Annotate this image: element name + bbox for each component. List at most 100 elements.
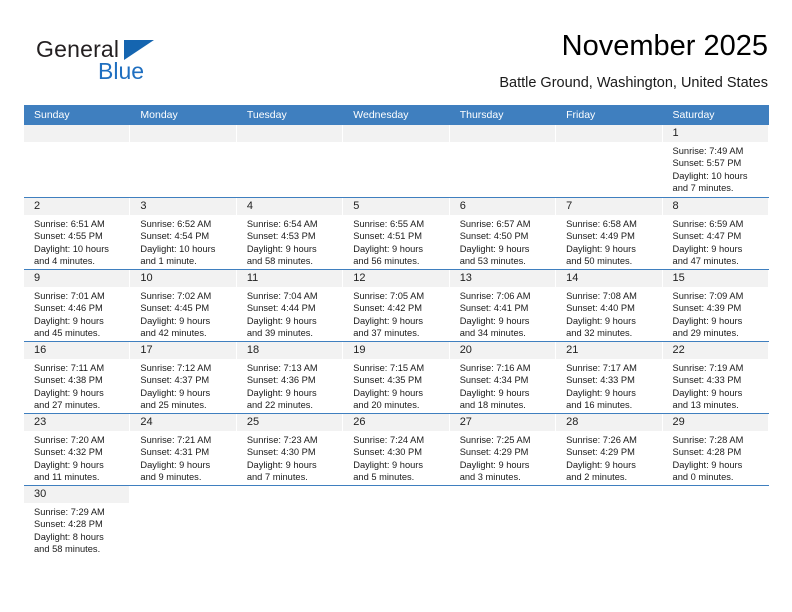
calendar-day-cell[interactable]: 16 Sunrise: 7:11 AM Sunset: 4:38 PM Dayligh… bbox=[24, 342, 131, 413]
calendar-day-cell[interactable]: 14 Sunrise: 7:08 AM Sunset: 4:40 PM Dayligh… bbox=[556, 270, 663, 341]
sunrise-text: Sunrise: 7:26 AM bbox=[566, 435, 637, 445]
day-number: 16 bbox=[24, 342, 130, 359]
calendar-day-cell[interactable]: 30 Sunrise: 7:29 AM Sunset: 4:28 PM Dayligh… bbox=[24, 486, 131, 563]
calendar-day-cell[interactable]: 28 Sunrise: 7:26 AM Sunset: 4:29 PM Dayligh… bbox=[556, 414, 663, 485]
daylight-text-line1: Daylight: 9 hours bbox=[140, 387, 211, 398]
calendar-week-row: 9 Sunrise: 7:01 AM Sunset: 4:46 PM Daylight… bbox=[24, 269, 769, 341]
sunrise-text: Sunrise: 6:59 AM bbox=[672, 219, 744, 229]
sunset-text: Sunset: 4:32 PM bbox=[34, 447, 103, 458]
day-details: Sunrise: 6:55 AM Sunset: 4:51 PM Daylight:… bbox=[343, 215, 448, 267]
calendar-day-cell[interactable]: 6 Sunrise: 6:57 AM Sunset: 4:50 PM Daylight… bbox=[449, 198, 557, 269]
sunset-text: Sunset: 4:42 PM bbox=[353, 303, 422, 314]
sunset-text: Sunset: 4:38 PM bbox=[34, 375, 103, 386]
sunset-text: Sunset: 4:44 PM bbox=[246, 303, 316, 314]
calendar-day-cell[interactable]: 15 Sunrise: 7:09 AM Sunset: 4:39 PM Dayligh… bbox=[662, 270, 769, 341]
day-details: Sunrise: 7:26 AM Sunset: 4:29 PM Daylight:… bbox=[556, 431, 661, 483]
calendar-day-empty bbox=[236, 125, 344, 197]
sunrise-text: Sunrise: 7:09 AM bbox=[672, 291, 744, 301]
calendar-day-cell[interactable]: 13 Sunrise: 7:06 AM Sunset: 4:41 PM Dayligh… bbox=[449, 270, 557, 341]
calendar-day-cell[interactable]: 25 Sunrise: 7:23 AM Sunset: 4:30 PM Dayligh… bbox=[236, 414, 344, 485]
calendar-day-blank bbox=[343, 486, 450, 563]
daylight-text-line1: Daylight: 9 hours bbox=[246, 243, 317, 254]
daylight-text-line1: Daylight: 9 hours bbox=[459, 315, 530, 326]
calendar-day-cell[interactable]: 29 Sunrise: 7:28 AM Sunset: 4:28 PM Dayligh… bbox=[662, 414, 769, 485]
sunrise-text: Sunrise: 7:29 AM bbox=[34, 507, 105, 517]
weekday-friday: Friday bbox=[566, 109, 596, 121]
daylight-text-line1: Daylight: 9 hours bbox=[353, 243, 424, 254]
day-details: Sunrise: 7:19 AM Sunset: 4:33 PM Daylight:… bbox=[663, 359, 768, 411]
day-details: Sunrise: 7:11 AM Sunset: 4:38 PM Daylight:… bbox=[24, 359, 129, 411]
daylight-text-line1: Daylight: 9 hours bbox=[353, 459, 424, 470]
calendar-day-cell[interactable]: 12 Sunrise: 7:05 AM Sunset: 4:42 PM Dayligh… bbox=[343, 270, 450, 341]
sunrise-text: Sunrise: 6:54 AM bbox=[246, 219, 318, 229]
sunrise-text: Sunrise: 6:57 AM bbox=[459, 219, 531, 229]
calendar-day-cell[interactable]: 7 Sunrise: 6:58 AM Sunset: 4:49 PM Daylight… bbox=[556, 198, 663, 269]
day-number: 5 bbox=[343, 198, 449, 215]
daylight-text-line2: and 39 minutes. bbox=[246, 327, 313, 338]
daylight-text-line2: and 47 minutes. bbox=[672, 255, 739, 266]
triangle-logo-icon bbox=[124, 40, 154, 60]
calendar-day-cell[interactable]: 18 Sunrise: 7:13 AM Sunset: 4:36 PM Dayligh… bbox=[236, 342, 344, 413]
sunset-text: Sunset: 4:30 PM bbox=[246, 447, 316, 458]
sunrise-text: Sunrise: 7:16 AM bbox=[459, 363, 531, 373]
daylight-text-line2: and 5 minutes. bbox=[353, 471, 415, 482]
calendar-day-cell[interactable]: 26 Sunrise: 7:24 AM Sunset: 4:30 PM Dayligh… bbox=[343, 414, 450, 485]
sunrise-text: Sunrise: 6:51 AM bbox=[34, 219, 105, 229]
day-details: Sunrise: 7:02 AM Sunset: 4:45 PM Daylight:… bbox=[130, 287, 235, 339]
sunset-text: Sunset: 4:33 PM bbox=[672, 375, 742, 386]
calendar-day-cell[interactable]: 5 Sunrise: 6:55 AM Sunset: 4:51 PM Daylight… bbox=[343, 198, 450, 269]
day-number: 30 bbox=[24, 486, 130, 503]
day-number: 2 bbox=[24, 198, 130, 215]
calendar-day-empty bbox=[130, 125, 237, 197]
day-number: 17 bbox=[130, 342, 236, 359]
sunset-text: Sunset: 4:37 PM bbox=[140, 375, 210, 386]
calendar-day-blank bbox=[236, 486, 344, 563]
calendar-day-cell[interactable]: 1 Sunrise: 7:49 AM Sunset: 5:57 PM Daylight… bbox=[662, 125, 769, 197]
day-details: Sunrise: 7:25 AM Sunset: 4:29 PM Daylight:… bbox=[450, 431, 555, 483]
day-details: Sunrise: 7:04 AM Sunset: 4:44 PM Daylight:… bbox=[237, 287, 342, 339]
sunrise-text: Sunrise: 7:01 AM bbox=[34, 291, 105, 301]
brand-logo[interactable]: General Blue bbox=[36, 36, 236, 92]
calendar-week-row: 16 Sunrise: 7:11 AM Sunset: 4:38 PM Dayligh… bbox=[24, 341, 769, 413]
calendar-day-cell[interactable]: 21 Sunrise: 7:17 AM Sunset: 4:33 PM Dayligh… bbox=[556, 342, 663, 413]
daylight-text-line2: and 50 minutes. bbox=[566, 255, 633, 266]
daylight-text-line2: and 20 minutes. bbox=[353, 399, 420, 410]
daylight-text-line2: and 32 minutes. bbox=[566, 327, 633, 338]
daylight-text-line2: and 16 minutes. bbox=[566, 399, 633, 410]
calendar-day-cell[interactable]: 17 Sunrise: 7:12 AM Sunset: 4:37 PM Dayligh… bbox=[130, 342, 237, 413]
calendar-grid: Sunday Monday Tuesday Wednesday Thursday… bbox=[24, 105, 769, 563]
calendar-day-cell[interactable]: 11 Sunrise: 7:04 AM Sunset: 4:44 PM Dayligh… bbox=[236, 270, 344, 341]
calendar-day-cell[interactable]: 9 Sunrise: 7:01 AM Sunset: 4:46 PM Daylight… bbox=[24, 270, 131, 341]
daylight-text-line2: and 7 minutes. bbox=[246, 471, 308, 482]
calendar-day-cell[interactable]: 3 Sunrise: 6:52 AM Sunset: 4:54 PM Daylight… bbox=[130, 198, 237, 269]
calendar-week-row: 2 Sunrise: 6:51 AM Sunset: 4:55 PM Daylight… bbox=[24, 197, 769, 269]
day-number bbox=[343, 125, 449, 142]
sunset-text: Sunset: 4:51 PM bbox=[353, 231, 422, 242]
calendar-day-cell[interactable]: 2 Sunrise: 6:51 AM Sunset: 4:55 PM Daylight… bbox=[24, 198, 131, 269]
page-header: General Blue November 2025 Battle Ground… bbox=[24, 28, 768, 98]
daylight-text-line2: and 58 minutes. bbox=[34, 543, 101, 554]
calendar-day-cell[interactable]: 20 Sunrise: 7:16 AM Sunset: 4:34 PM Dayligh… bbox=[449, 342, 557, 413]
calendar-day-cell[interactable]: 27 Sunrise: 7:25 AM Sunset: 4:29 PM Dayligh… bbox=[449, 414, 557, 485]
calendar-page: General Blue November 2025 Battle Ground… bbox=[0, 0, 792, 612]
calendar-day-cell[interactable]: 24 Sunrise: 7:21 AM Sunset: 4:31 PM Dayligh… bbox=[130, 414, 237, 485]
sunrise-text: Sunrise: 6:58 AM bbox=[566, 219, 637, 229]
sunset-text: Sunset: 4:28 PM bbox=[34, 519, 103, 530]
weekday-monday: Monday bbox=[140, 109, 178, 121]
day-details: Sunrise: 7:24 AM Sunset: 4:30 PM Daylight:… bbox=[343, 431, 448, 483]
calendar-day-cell[interactable]: 4 Sunrise: 6:54 AM Sunset: 4:53 PM Daylight… bbox=[236, 198, 344, 269]
calendar-day-cell[interactable]: 22 Sunrise: 7:19 AM Sunset: 4:33 PM Dayligh… bbox=[662, 342, 769, 413]
day-details: Sunrise: 7:16 AM Sunset: 4:34 PM Daylight:… bbox=[450, 359, 555, 411]
weekday-saturday: Saturday bbox=[672, 109, 715, 121]
daylight-text-line1: Daylight: 9 hours bbox=[672, 243, 743, 254]
calendar-day-cell[interactable]: 10 Sunrise: 7:02 AM Sunset: 4:45 PM Dayligh… bbox=[130, 270, 237, 341]
page-subtitle: Battle Ground, Washington, United States bbox=[499, 75, 768, 91]
sunrise-text: Sunrise: 7:04 AM bbox=[246, 291, 318, 301]
calendar-day-cell[interactable]: 23 Sunrise: 7:20 AM Sunset: 4:32 PM Dayligh… bbox=[24, 414, 131, 485]
calendar-day-cell[interactable]: 19 Sunrise: 7:15 AM Sunset: 4:35 PM Dayligh… bbox=[343, 342, 450, 413]
daylight-text-line1: Daylight: 10 hours bbox=[672, 170, 748, 181]
sunset-text: Sunset: 4:53 PM bbox=[246, 231, 316, 242]
daylight-text-line2: and 2 minutes. bbox=[566, 471, 628, 482]
calendar-day-cell[interactable]: 8 Sunrise: 6:59 AM Sunset: 4:47 PM Daylight… bbox=[662, 198, 769, 269]
sunrise-text: Sunrise: 7:05 AM bbox=[353, 291, 425, 301]
